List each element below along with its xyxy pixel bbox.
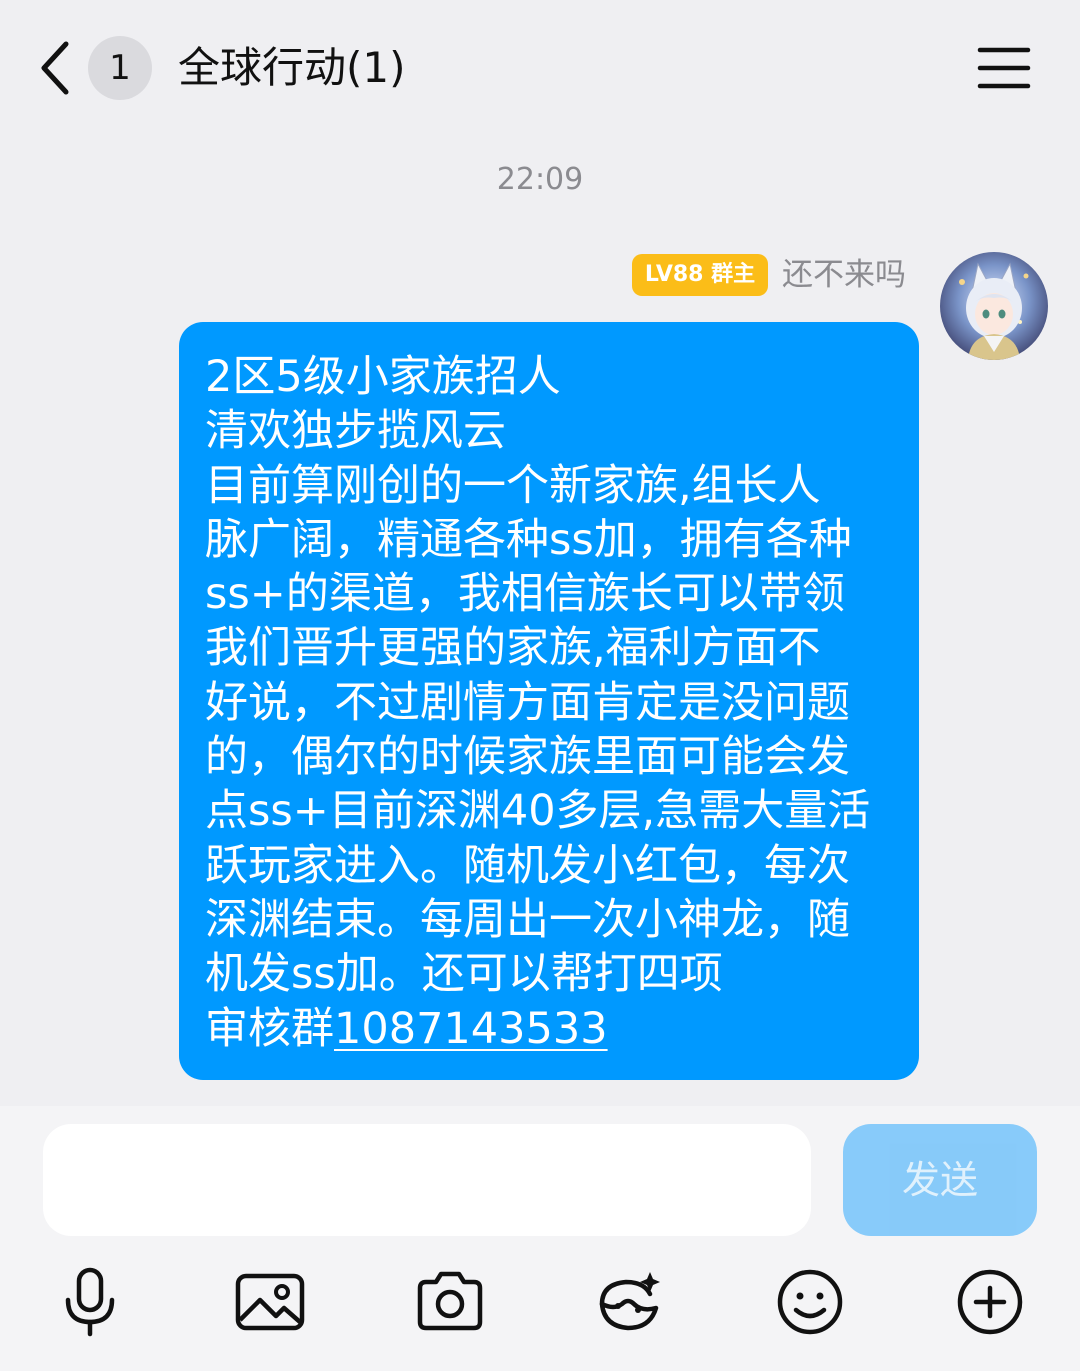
chat-title: 全球行动(1) — [178, 43, 406, 92]
chevron-left-icon[interactable] — [34, 36, 78, 100]
message-line: 2区5级小家族招人 — [205, 352, 561, 402]
message-line: 清欢独步揽风云 — [205, 406, 506, 457]
message-timestamp: 22:09 — [496, 162, 584, 197]
unread-count-badge[interactable]: 1 — [88, 36, 152, 100]
message-line: 点ss+目前深渊40多层,急需大量活 — [205, 786, 871, 837]
message-line-prefix: 审核群 — [205, 1003, 334, 1054]
input-bar: 发送 — [0, 1106, 1080, 1371]
message-line: 跃玩家进入。随机发小红包，每次 — [205, 840, 850, 891]
anime-character-avatar-icon — [940, 252, 1048, 360]
level-role-badge: LV88 群主 — [632, 254, 768, 296]
message-line: 深渊结束。每周出一次小神龙，随 — [205, 894, 850, 945]
camera-icon[interactable] — [412, 1264, 488, 1340]
sender-avatar[interactable] — [940, 252, 1048, 360]
message-input[interactable] — [43, 1124, 811, 1236]
message-line: 好说，不过剧情方面肯定是没问题 — [205, 677, 850, 728]
chat-header: 1 全球行动(1) — [0, 0, 1080, 140]
hamburger-menu-icon[interactable] — [976, 44, 1032, 92]
message-line-last: 审核群1087143533 — [205, 1002, 899, 1056]
message-line: 目前算刚创的一个新家族,组长人 — [205, 460, 821, 511]
plus-circle-icon[interactable] — [952, 1264, 1028, 1340]
send-button[interactable]: 发送 — [843, 1124, 1037, 1236]
sender-name[interactable]: 还不来吗 — [782, 252, 906, 298]
message-line: 我们晋升更强的家族,福利方面不 — [205, 623, 821, 674]
microphone-icon[interactable] — [52, 1264, 128, 1340]
message-line: ss+的渠道，我相信族长可以带领 — [205, 569, 845, 620]
message-line: 机发ss加。还可以帮打四项 — [205, 949, 723, 1000]
image-gallery-icon[interactable] — [232, 1264, 308, 1340]
send-button-label: 发送 — [901, 1158, 978, 1202]
message-bubble[interactable]: 2区5级小家族招人 清欢独步揽风云 目前算刚创的一个新家族,组长人 脉广阔，精通… — [179, 322, 919, 1080]
message-line: 的，偶尔的时候家族里面可能会发 — [205, 732, 850, 783]
group-number-link[interactable]: 1087143533 — [334, 1004, 608, 1054]
sticker-icon[interactable] — [592, 1264, 668, 1340]
message-line: 脉广阔，精通各种ss加，拥有各种 — [205, 514, 852, 565]
emoji-smile-icon[interactable] — [772, 1264, 848, 1340]
